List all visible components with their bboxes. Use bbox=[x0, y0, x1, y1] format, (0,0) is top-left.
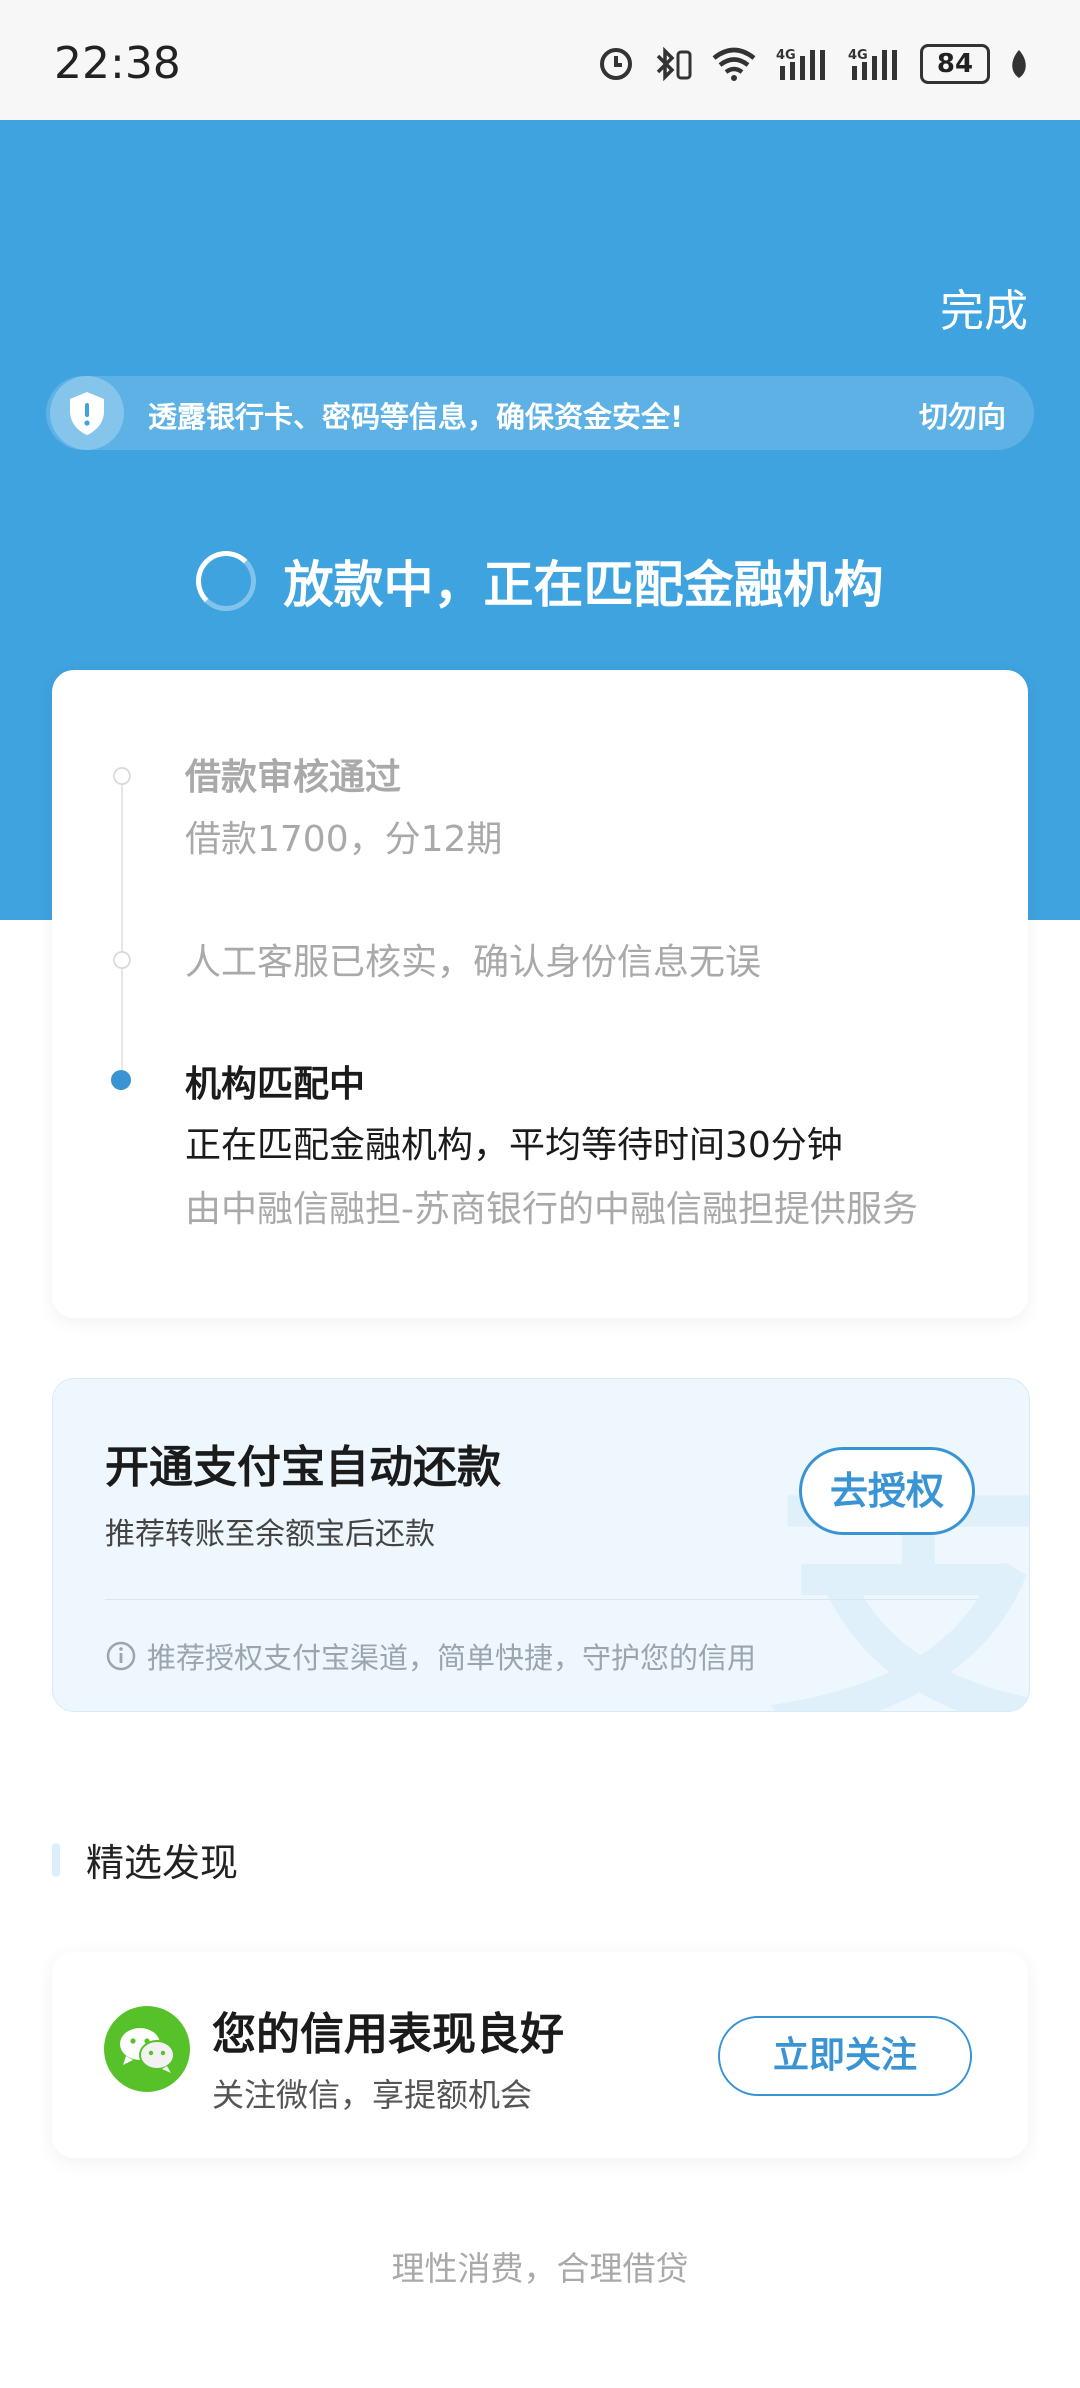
follow-now-button[interactable]: 立即关注 bbox=[718, 2016, 972, 2096]
credit-title: 您的信用表现良好 bbox=[212, 2009, 564, 2060]
status-bar: 22:38 4G 4G 84 bbox=[0, 0, 1080, 120]
step-detail: 借款1700，分12期 bbox=[185, 819, 503, 860]
alipay-autopay-card: 支 开通支付宝自动还款 推荐转账至余额宝后还款 去授权 推荐授权支付宝渠道，简单… bbox=[52, 1378, 1030, 1712]
step-title: 人工客服已核实，确认身份信息无误 bbox=[185, 942, 762, 983]
discover-section-header: 精选发现 bbox=[52, 1832, 238, 1887]
done-button[interactable]: 完成 bbox=[940, 275, 1028, 339]
alarm-icon bbox=[600, 48, 632, 80]
leaf-icon bbox=[1012, 50, 1026, 78]
notice-text: 透露银行卡、密码等信息，确保资金安全! bbox=[148, 400, 684, 434]
alipay-title: 开通支付宝自动还款 bbox=[105, 1442, 501, 1493]
svg-text:4G: 4G bbox=[848, 48, 868, 63]
loan-status: 放款中，正在匹配金融机构 bbox=[0, 545, 1080, 617]
bluetooth-icon bbox=[656, 46, 692, 82]
service-provider-note: 由中融信融担-苏商银行的中融信融担提供服务 bbox=[185, 1189, 918, 1230]
step-title-active: 机构匹配中 bbox=[185, 1064, 366, 1105]
clock: 22:38 bbox=[54, 38, 181, 89]
info-icon bbox=[106, 1641, 136, 1671]
alipay-subtitle: 推荐转账至余额宝后还款 bbox=[105, 1517, 435, 1552]
alipay-tip-text: 推荐授权支付宝渠道，简单快捷，守护您的信用 bbox=[147, 1641, 757, 1675]
credit-subtitle: 关注微信，享提额机会 bbox=[212, 2076, 533, 2114]
wifi-icon bbox=[712, 47, 756, 81]
wechat-follow-card[interactable]: 您的信用表现良好 关注微信，享提额机会 立即关注 bbox=[52, 1952, 1028, 2158]
divider bbox=[105, 1599, 977, 1600]
signal-4g-icon-2: 4G bbox=[848, 48, 897, 80]
authorize-button[interactable]: 去授权 bbox=[799, 1447, 975, 1535]
section-title: 精选发现 bbox=[86, 1841, 239, 1885]
step-title: 借款审核通过 bbox=[185, 757, 402, 798]
step-detail: 正在匹配金融机构，平均等待时间30分钟 bbox=[185, 1125, 843, 1166]
wechat-icon bbox=[104, 2006, 190, 2092]
loading-spinner-icon bbox=[196, 551, 257, 611]
timeline-dot bbox=[113, 767, 131, 785]
timeline-dot-active bbox=[111, 1070, 131, 1090]
footer-slogan: 理性消费，合理借贷 bbox=[391, 2249, 689, 2288]
section-marker bbox=[52, 1842, 60, 1877]
battery-indicator: 84 bbox=[920, 44, 990, 84]
notice-suffix: 切勿向 bbox=[918, 400, 1006, 434]
svg-text:4G: 4G bbox=[776, 48, 796, 63]
shield-icon bbox=[50, 376, 124, 450]
progress-card: 借款审核通过 借款1700，分12期 人工客服已核实，确认身份信息无误 机构匹配… bbox=[52, 670, 1028, 1318]
status-icons: 4G 4G 84 bbox=[598, 44, 1030, 84]
security-notice-banner: 透露银行卡、密码等信息，确保资金安全! 切勿向 bbox=[46, 376, 1034, 450]
signal-4g-icon: 4G bbox=[776, 48, 825, 80]
timeline-line bbox=[121, 773, 123, 1083]
timeline-dot bbox=[113, 951, 131, 969]
alipay-tip: 推荐授权支付宝渠道，简单快捷，守护您的信用 bbox=[105, 1635, 756, 1677]
alipay-watermark-icon: 支 bbox=[769, 1379, 1029, 1711]
status-title: 放款中，正在匹配金融机构 bbox=[283, 556, 884, 614]
